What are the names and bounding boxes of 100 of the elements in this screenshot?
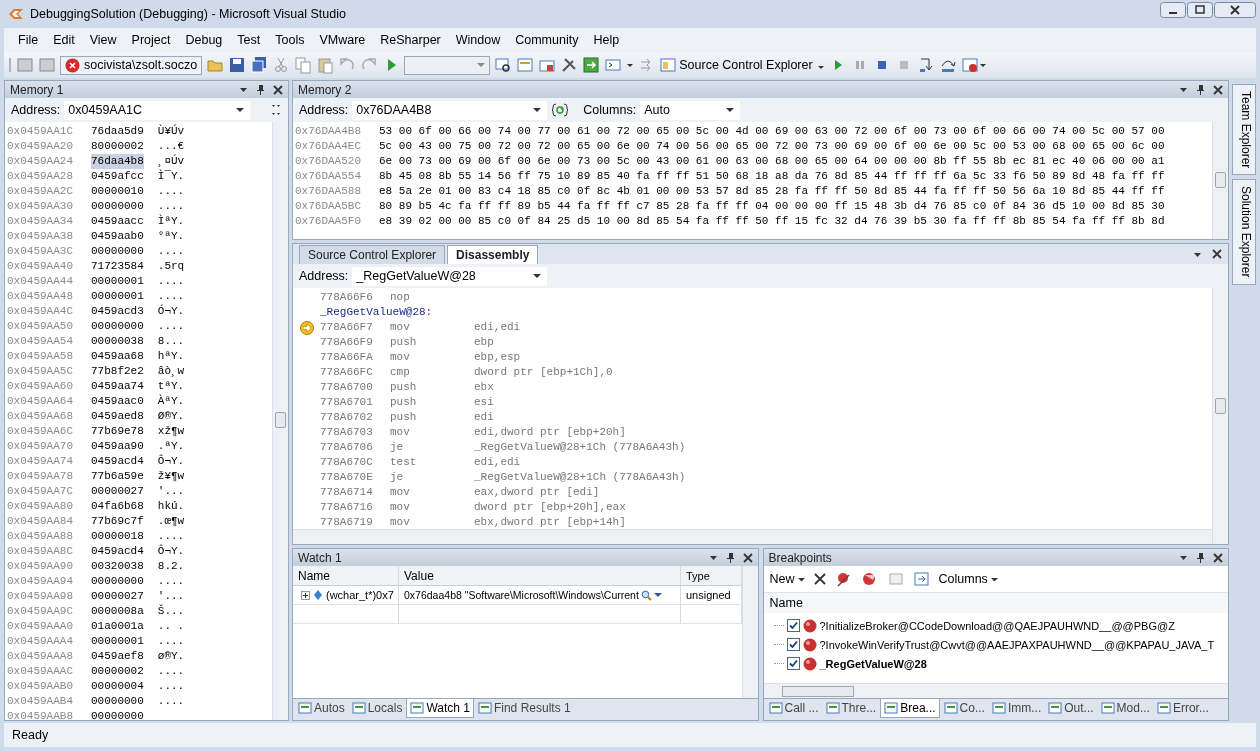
memory-text: ž¥¶w — [157, 469, 185, 484]
memory-bytes: e8 39 02 00 00 85 c0 0f 84 25 d5 10 00 8d 85 54 fa ff ff 50 ff 15 fc 32 d4 76 39 b5 30 fa ff ff 8b 85 54 fa ff ff 8b 8d — [379, 214, 1165, 229]
source-control-explorer-button[interactable]: Source Control Explorer — [660, 57, 813, 73]
menu-item[interactable]: Debug — [179, 31, 229, 49]
instruction-operands: ebx,dword ptr [ebp+14h] — [474, 515, 626, 529]
memory-value: 00000004 — [91, 679, 144, 694]
memory-value: 0459aa68 — [91, 349, 144, 364]
memory-address: 0x0459AA64 — [7, 394, 74, 409]
memory-address: 0x76DAA5F0 — [295, 214, 362, 229]
memory-value: 0459afcc — [91, 169, 144, 184]
memory-value: 00000001 — [91, 289, 144, 304]
memory-address: 0x0459AA48 — [7, 289, 74, 304]
tool-window-tab[interactable]: Locals — [348, 699, 406, 717]
tool-window-tab[interactable]: Out... — [1045, 699, 1097, 717]
columns-field[interactable]: Auto — [640, 100, 741, 120]
tool-window-tab[interactable]: Imm... — [988, 699, 1045, 717]
memory-address: 0x0459AAA0 — [7, 619, 74, 634]
memory-bytes: e8 5a 2e 01 00 83 c4 18 85 c0 0f 8c 4b 01 00 00 53 57 8d 85 28 fa ff ff 50 8d 85 44 fa ff ff 50 56 6a 10 8d 85 44 ff ff — [379, 184, 1165, 199]
column-header[interactable]: Name — [293, 566, 399, 585]
memory-text: hkú. — [157, 499, 185, 514]
memory-value: 0459aa74 — [91, 379, 144, 394]
memory-address: 0x76DAA4EC — [295, 139, 362, 154]
instruction-address: 778A6714 — [320, 485, 374, 500]
breakpoint-name[interactable]: ?InvokeWinVerifyTrust@Cwvt@@AAEJPAXPAUHWND__@@KPAPAU_JAVA_T — [819, 638, 1215, 651]
instruction-operands: ebx — [474, 380, 494, 395]
side-tab[interactable]: Team Explorer — [1232, 84, 1256, 176]
memory-value: 0459aed8 — [91, 409, 144, 424]
columns-button[interactable]: Columns — [938, 572, 998, 586]
memory-address: 0x0459AA94 — [7, 574, 74, 589]
tool-window-tab[interactable]: Find Results 1 — [474, 699, 574, 717]
memory-text: ø®Y. — [157, 649, 185, 664]
instruction-opcode: je — [390, 470, 405, 485]
tool-window-tab[interactable]: Brea... — [880, 699, 940, 718]
column-header[interactable]: Value — [399, 566, 681, 585]
memory-value: 00000000 — [91, 709, 144, 720]
menu-item[interactable]: Edit — [47, 31, 81, 49]
menu-item[interactable]: Window — [449, 31, 507, 49]
memory-text: Š... — [157, 604, 185, 619]
address-field[interactable]: 0x0459AA1C — [64, 100, 251, 120]
memory-text: Ô¬Y. — [157, 454, 185, 469]
memory-address: 0x0459AA58 — [7, 349, 74, 364]
tool-window-tab[interactable]: Co... — [940, 699, 988, 717]
address-field[interactable]: _RegGetValueW@28 — [352, 266, 548, 286]
memory-address: 0x76DAA554 — [295, 169, 362, 184]
memory-address: 0x0459AA4C — [7, 304, 74, 319]
breakpoint-name[interactable]: ?InitializeBroker@CCodeDownload@@QAEJPAUHWND__@@PBG@Z — [819, 619, 1175, 632]
tool-window-tab[interactable]: Error... — [1153, 699, 1212, 717]
memory-value: 00000001 — [91, 274, 144, 289]
memory-value: 76daa4b8 — [91, 154, 144, 169]
tool-window-tab[interactable]: Mod... — [1097, 699, 1153, 717]
document-tab[interactable]: Disassembly — [447, 245, 539, 264]
menu-item[interactable]: ReSharper — [374, 31, 447, 49]
menu-item[interactable]: Tools — [269, 31, 311, 49]
memory-bytes: 8b 45 08 8b 55 14 56 ff 75 10 89 85 40 fa ff ff 51 50 68 18 a8 da 76 8d 85 44 ff ff ff 6a 5c 33 f6 50 89 8d 48 fa ff ff — [379, 169, 1165, 184]
memory-bytes: 53 00 6f 00 66 00 74 00 77 00 61 00 72 00 65 00 5c 00 4d 00 69 00 63 00 72 00 6f 00 73 00 6f 00 66 00 74 00 5c 00 57 00 — [379, 124, 1165, 139]
instruction-opcode: nop — [390, 290, 411, 305]
memory-address: 0x0459AA30 — [7, 199, 74, 214]
new-button[interactable]: New — [769, 572, 805, 586]
column-header[interactable]: Type — [681, 566, 742, 585]
menu-item[interactable]: View — [83, 31, 123, 49]
tool-window-tab[interactable]: Thre... — [822, 699, 880, 717]
memory-value: 00000000 — [91, 199, 144, 214]
memory-address: 0x0459AA84 — [7, 514, 74, 529]
instruction-operands: dword ptr [ebp+1Ch],0 — [474, 365, 613, 380]
memory-value: 0459aacc — [91, 214, 144, 229]
menu-item[interactable]: Help — [587, 31, 626, 49]
side-tab[interactable]: Solution Explorer — [1232, 179, 1256, 285]
document-tab[interactable]: Source Control Explorer — [299, 245, 446, 264]
menu-item[interactable]: Test — [231, 31, 267, 49]
memory-value: 01a0001a — [91, 619, 144, 634]
memory-address: 0x0459AAB0 — [7, 679, 74, 694]
tool-window-tab[interactable]: Call ... — [765, 699, 822, 717]
user-combo[interactable]: socivista\zsolt.soczo — [60, 55, 203, 75]
memory-text: .. . — [157, 619, 185, 634]
memory-address: 0x0459AA68 — [7, 409, 74, 424]
memory-value: 04fa6b68 — [91, 499, 144, 514]
menu-item[interactable]: Community — [509, 31, 585, 49]
instruction-address: 778A66F6 — [320, 290, 374, 305]
pane-title: Breakpoints — [768, 550, 832, 565]
memory-value: 00320038 — [91, 559, 144, 574]
menu-item[interactable]: VMware — [313, 31, 372, 49]
memory-text: .œ¶w — [157, 514, 185, 529]
instruction-operands: edi — [474, 410, 494, 425]
tool-window-tab[interactable]: Autos — [295, 699, 348, 717]
columns-label: Columns: — [583, 103, 637, 117]
memory-value: 77b69e78 — [91, 424, 144, 439]
menu-item[interactable]: File — [12, 31, 45, 49]
memory-address: 0x0459AA70 — [7, 439, 74, 454]
tool-window-tab[interactable]: Watch 1 — [406, 699, 474, 718]
instruction-address: 778A66F7 — [320, 320, 374, 335]
address-label: Address: — [11, 103, 61, 117]
address-field[interactable]: 0x76DAA4B8 — [352, 100, 548, 120]
memory-address: 0x0459AA3C — [7, 244, 74, 259]
memory-address: 0x0459AA5C — [7, 364, 74, 379]
column-header[interactable]: Name — [763, 593, 1228, 613]
breakpoint-name[interactable]: _RegGetValueW@28 — [819, 657, 927, 670]
memory-text: xž¶w — [157, 424, 185, 439]
menu-item[interactable]: Project — [125, 31, 177, 49]
memory-text: ¸¤Úv — [157, 154, 185, 169]
memory-value: 0459aef8 — [91, 649, 144, 664]
